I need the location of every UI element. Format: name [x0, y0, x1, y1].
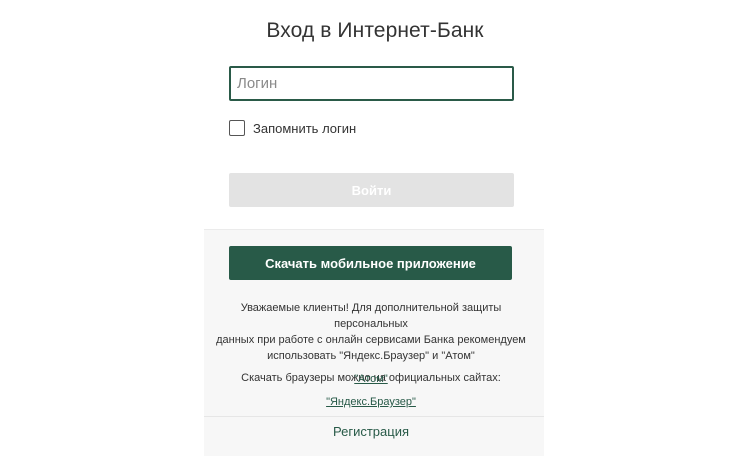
notice-line: использовать "Яндекс.Браузер" и "Атом" — [267, 350, 475, 362]
login-button[interactable]: Войти — [229, 173, 514, 207]
notice-line: данных при работе с онлайн сервисами Бан… — [216, 334, 526, 346]
login-page: Вход в Интернет-Банк Запомнить логин Вой… — [0, 0, 750, 456]
atom-link-row: "Атом" — [204, 373, 538, 385]
page-title: Вход в Интернет-Банк — [266, 19, 484, 42]
yandex-browser-link[interactable]: "Яндекс.Браузер" — [326, 396, 416, 408]
atom-browser-link[interactable]: "Атом" — [354, 373, 388, 385]
remember-login-checkbox-group[interactable]: Запомнить логин — [229, 120, 356, 136]
yandex-link-row: "Яндекс.Браузер" — [204, 396, 538, 408]
info-panel: Скачать мобильное приложение Уважаемые к… — [204, 229, 544, 456]
registration-link[interactable]: Регистрация — [204, 424, 538, 439]
download-mobile-app-button[interactable]: Скачать мобильное приложение — [229, 246, 512, 280]
divider — [204, 416, 544, 417]
notice-line: Уважаемые клиенты! Для дополнительной за… — [240, 302, 502, 330]
remember-login-label: Запомнить логин — [253, 120, 357, 136]
remember-login-checkbox[interactable] — [229, 120, 245, 136]
login-input[interactable] — [229, 66, 514, 101]
